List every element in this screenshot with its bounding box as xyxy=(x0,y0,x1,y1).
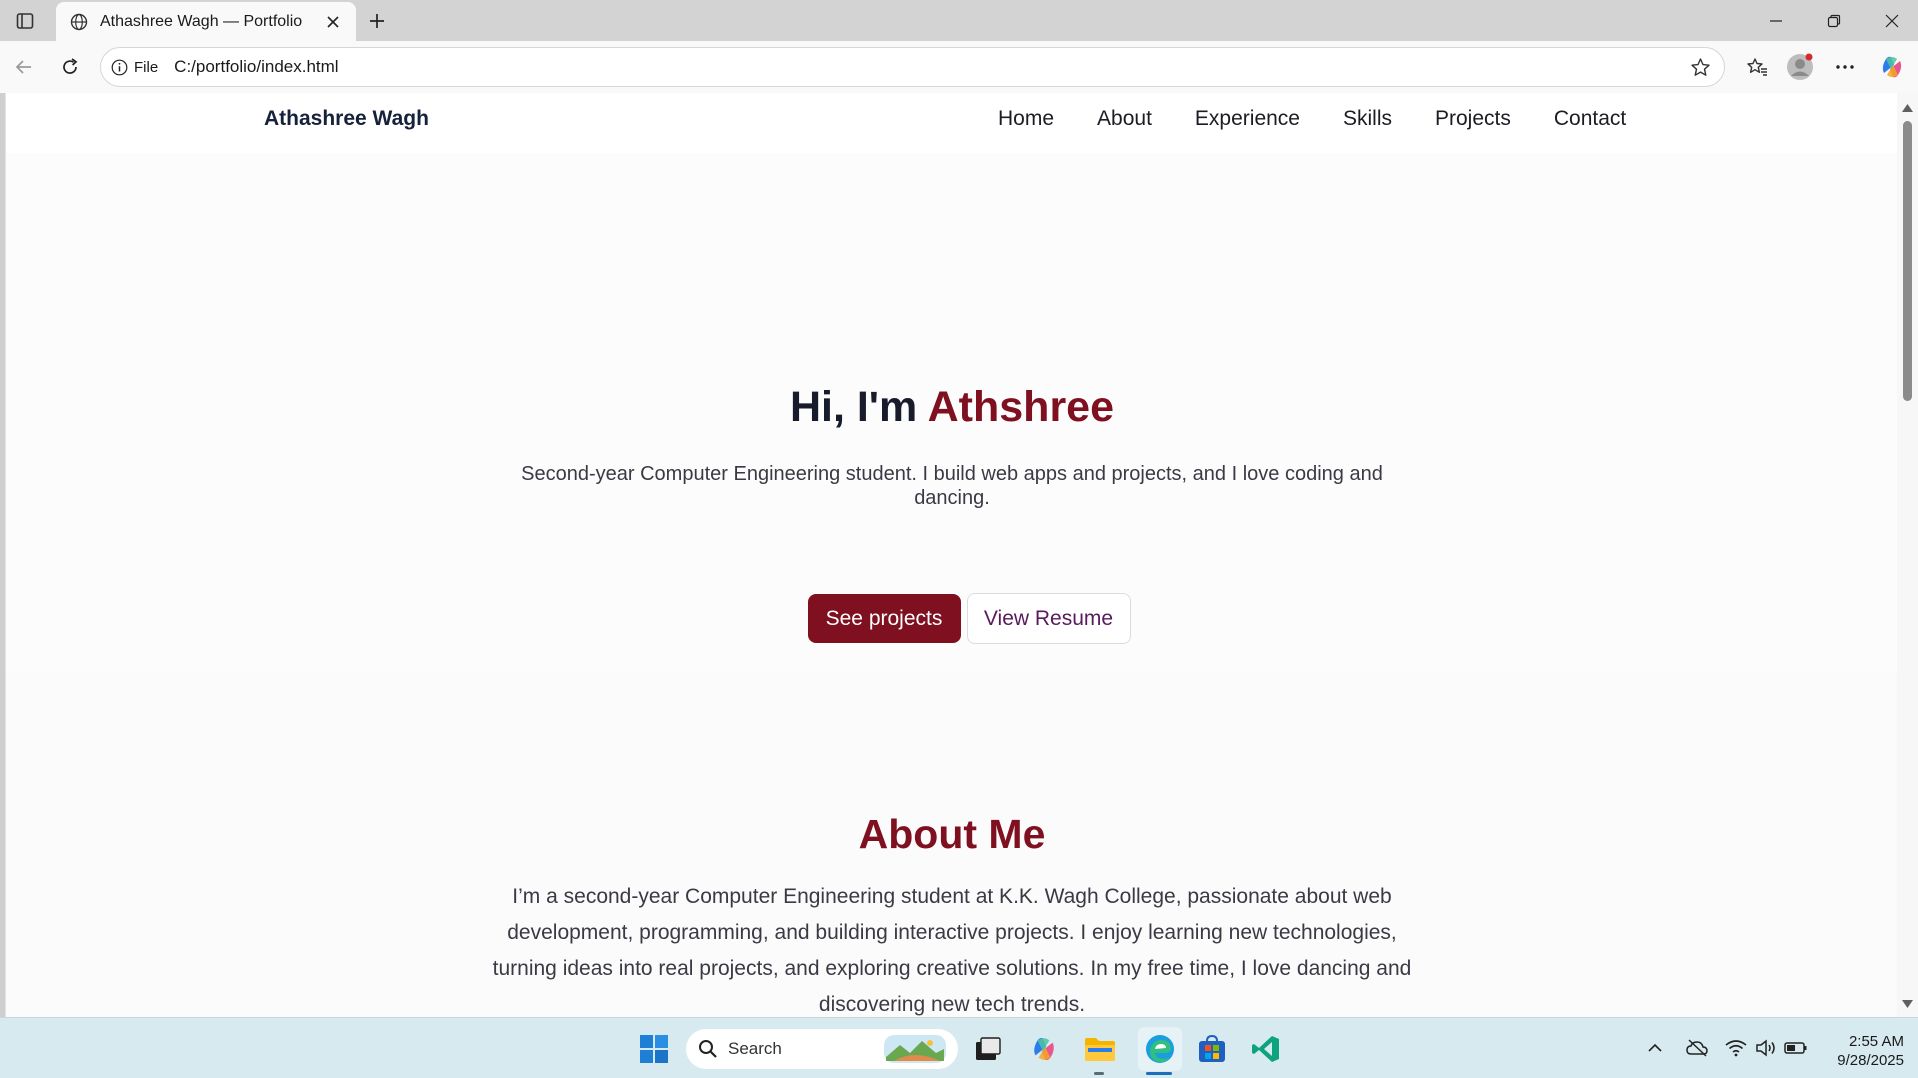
search-label: Search xyxy=(728,1039,782,1058)
hero-subtitle: Second-year Computer Engineering student… xyxy=(521,463,1383,509)
copilot-button[interactable] xyxy=(1875,50,1909,84)
url-text[interactable]: C:/portfolio/index.html xyxy=(174,57,1686,77)
battery-button[interactable] xyxy=(1784,1036,1808,1060)
tab-actions-icon xyxy=(16,13,34,29)
view-resume-button[interactable]: View Resume xyxy=(966,593,1131,644)
profile-button[interactable] xyxy=(1783,50,1817,84)
tab-strip: Athashree Wagh — Portfolio xyxy=(0,0,1918,42)
taskbar-clock[interactable]: 2:55 AM 9/28/2025 xyxy=(1812,1032,1904,1070)
nav-home-link[interactable]: Home xyxy=(998,107,1054,131)
about-heading: About Me xyxy=(858,811,1046,857)
address-bar[interactable]: File C:/portfolio/index.html xyxy=(100,47,1725,87)
hero-greeting: Hi, I'm xyxy=(789,383,928,431)
profile-avatar-icon xyxy=(1787,53,1813,80)
favorite-star-icon[interactable] xyxy=(1686,53,1714,81)
about-section: About Me I’m a second-year Computer Engi… xyxy=(6,673,1897,1017)
tab-actions-button[interactable] xyxy=(10,8,40,34)
scrollbar-thumb[interactable] xyxy=(1903,121,1912,401)
taskbar-search[interactable]: Search xyxy=(686,1029,958,1069)
scroll-up-arrow-icon[interactable] xyxy=(1901,101,1914,115)
more-options-button[interactable] xyxy=(1828,50,1862,84)
restore-button[interactable] xyxy=(1810,4,1858,38)
plus-icon xyxy=(370,14,384,28)
nav-projects-link[interactable]: Projects xyxy=(1435,107,1511,131)
more-dots-icon xyxy=(1836,65,1854,69)
hero-buttons: See projects View Resume xyxy=(6,593,1897,644)
nav-about-link[interactable]: About xyxy=(1097,107,1152,131)
page-scrollbar[interactable] xyxy=(1897,93,1918,1017)
site-info-button[interactable]: File xyxy=(111,59,158,76)
minimize-button[interactable] xyxy=(1752,4,1800,38)
show-hidden-icons-button[interactable] xyxy=(1643,1036,1667,1060)
wifi-icon xyxy=(1725,1040,1747,1057)
back-button[interactable] xyxy=(7,50,41,84)
chevron-up-icon xyxy=(1648,1043,1662,1052)
vscode-icon xyxy=(1252,1036,1279,1062)
file-scheme-label: File xyxy=(134,58,159,76)
browser-toolbar: File C:/portfolio/index.html xyxy=(0,41,1918,93)
folder-icon xyxy=(1085,1038,1115,1061)
onedrive-status-button[interactable] xyxy=(1685,1036,1709,1060)
back-arrow-icon xyxy=(15,60,31,74)
nav-skills-link[interactable]: Skills xyxy=(1343,107,1392,131)
page-viewport: Athashree Wagh Home About Experience Ski… xyxy=(5,93,1897,1017)
favorites-button[interactable] xyxy=(1740,50,1774,84)
see-projects-button[interactable]: See projects xyxy=(807,594,961,643)
about-body: I’m a second-year Computer Engineering s… xyxy=(492,885,1412,1016)
cloud-offline-icon xyxy=(1686,1039,1708,1057)
store-icon xyxy=(1199,1034,1225,1062)
speaker-icon xyxy=(1756,1039,1775,1057)
hero-section: Hi, I'm Athshree Second-year Computer En… xyxy=(6,153,1897,673)
restore-icon xyxy=(1827,14,1841,28)
tab-title: Athashree Wagh — Portfolio xyxy=(100,13,303,30)
volume-button[interactable] xyxy=(1754,1036,1778,1060)
info-icon xyxy=(111,59,128,75)
favorites-list-icon xyxy=(1747,58,1767,76)
windows-taskbar: Search 2:55 AM 9/28/2025 xyxy=(0,1017,1918,1078)
taskbar-vscode[interactable] xyxy=(1248,1031,1284,1067)
site-brand[interactable]: Athashree Wagh xyxy=(264,107,429,131)
nav-experience-link[interactable]: Experience xyxy=(1195,107,1300,131)
taskbar-store[interactable] xyxy=(1194,1031,1230,1067)
taskbar-copilot[interactable] xyxy=(1026,1031,1062,1067)
copilot-icon xyxy=(1882,56,1902,78)
taskbar-edge[interactable] xyxy=(1138,1027,1182,1071)
nav-links: Home About Experience Skills Projects Co… xyxy=(998,107,1626,131)
globe-icon xyxy=(68,11,90,33)
edge-active-indicator xyxy=(1146,1072,1172,1075)
task-view-button[interactable] xyxy=(970,1031,1006,1067)
battery-icon xyxy=(1784,1042,1807,1054)
reload-button[interactable] xyxy=(53,50,87,84)
close-tab-icon[interactable] xyxy=(322,11,344,33)
close-window-button[interactable] xyxy=(1868,4,1916,38)
hero-name: Athshree xyxy=(927,383,1115,431)
scroll-down-arrow-icon[interactable] xyxy=(1901,997,1914,1011)
new-tab-button[interactable] xyxy=(362,6,392,36)
clock-time: 2:55 AM xyxy=(1848,1033,1904,1050)
task-view-icon xyxy=(976,1037,1001,1060)
edge-browser-icon xyxy=(1146,1035,1174,1063)
copilot-app-icon xyxy=(1034,1038,1054,1060)
minimize-icon xyxy=(1770,20,1782,22)
site-navbar: Athashree Wagh Home About Experience Ski… xyxy=(6,93,1897,153)
taskbar-file-explorer[interactable] xyxy=(1082,1031,1118,1067)
search-highlight-landscape-icon xyxy=(884,1035,946,1063)
start-button[interactable] xyxy=(636,1031,672,1067)
windows-logo-icon xyxy=(640,1035,668,1063)
search-icon xyxy=(699,1040,717,1058)
close-icon xyxy=(1885,14,1899,28)
active-tab[interactable]: Athashree Wagh — Portfolio xyxy=(56,2,356,42)
nav-contact-link[interactable]: Contact xyxy=(1554,107,1626,131)
clock-date: 9/28/2025 xyxy=(1837,1052,1904,1069)
hero-heading: Hi, I'm Athshree xyxy=(6,383,1897,432)
reload-icon xyxy=(63,58,78,74)
file-explorer-running-indicator xyxy=(1094,1072,1104,1075)
wifi-button[interactable] xyxy=(1724,1036,1748,1060)
